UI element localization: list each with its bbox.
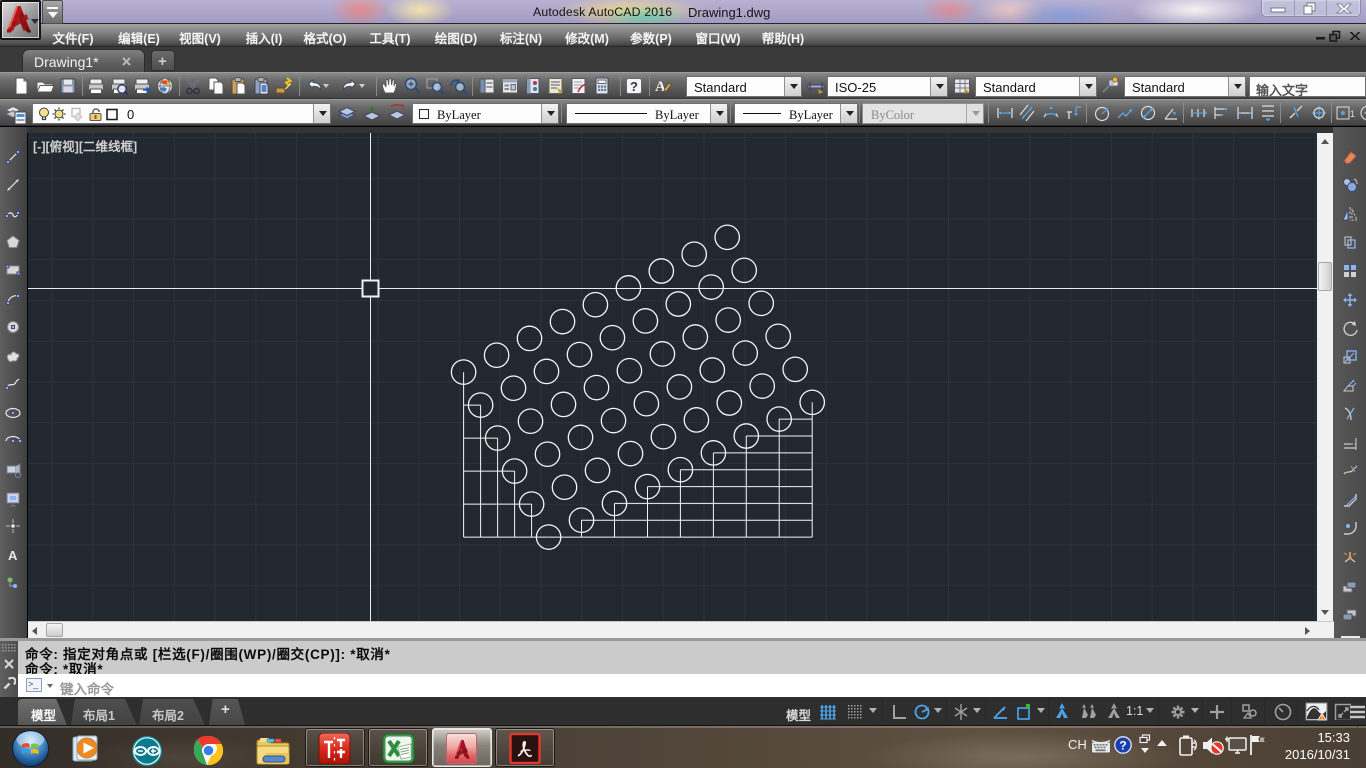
svg-text:?: ? (1119, 739, 1126, 753)
svg-text:A: A (655, 79, 666, 95)
svg-text:A: A (8, 548, 18, 563)
svg-text:!: ! (1321, 716, 1323, 722)
svg-text:1: 1 (1350, 109, 1355, 119)
svg-text:?: ? (630, 79, 638, 94)
